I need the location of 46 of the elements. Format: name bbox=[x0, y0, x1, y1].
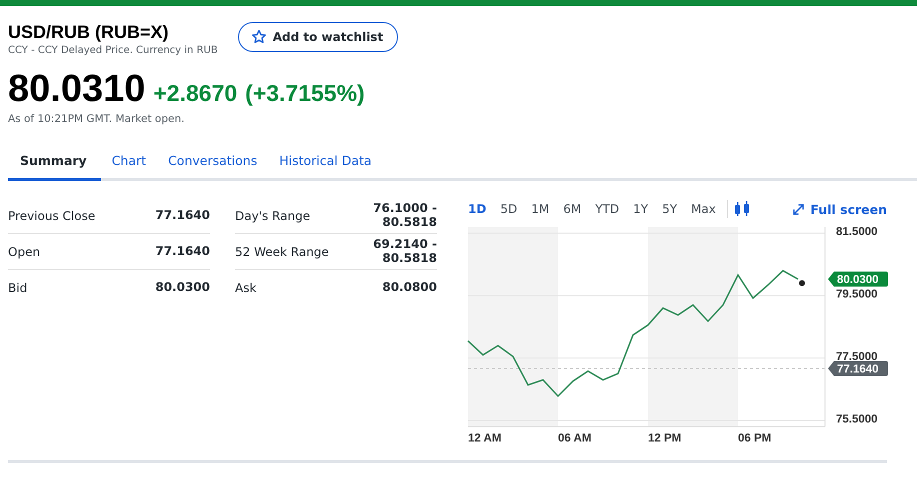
tab[interactable]: Summary bbox=[8, 147, 101, 181]
x-tick-label: 12 AM bbox=[468, 432, 502, 445]
stat-value: 77.1640 bbox=[154, 244, 210, 258]
range-button[interactable]: 5D bbox=[493, 202, 524, 216]
stat-label: Ask bbox=[235, 280, 256, 294]
candlestick-icon[interactable] bbox=[734, 200, 750, 218]
quote-title: USD/RUB (RUB=X) bbox=[8, 22, 170, 43]
stat-value: 69.2140 - 80.5818 bbox=[372, 238, 437, 265]
stat-label: Open bbox=[8, 244, 40, 258]
range-button[interactable]: 6M bbox=[556, 202, 588, 216]
y-tick-label: 75.5000 bbox=[836, 413, 878, 426]
range-button[interactable]: YTD bbox=[588, 202, 626, 216]
full-screen-link[interactable]: Full screen bbox=[793, 202, 887, 216]
y-tick-label: 79.5000 bbox=[836, 288, 878, 301]
quote-subtitle: CCY - CCY Delayed Price. Currency in RUB bbox=[8, 45, 218, 56]
current-price-tag: 80.0300 bbox=[828, 272, 888, 287]
x-tick-label: 06 AM bbox=[558, 432, 592, 445]
stat-label: 52 Week Range bbox=[235, 244, 329, 258]
price: 80.0310 bbox=[8, 68, 146, 111]
tab[interactable]: Historical Data bbox=[268, 147, 383, 181]
previous-close-tag: 77.1640 bbox=[828, 361, 888, 376]
stat-value: 77.1640 bbox=[154, 208, 210, 222]
add-to-watchlist-button[interactable]: Add to watchlist bbox=[238, 22, 398, 52]
tab[interactable]: Conversations bbox=[157, 147, 268, 181]
tab[interactable]: Chart bbox=[100, 147, 158, 181]
star-icon bbox=[250, 29, 267, 45]
stat-label: Day's Range bbox=[235, 208, 310, 222]
range-button[interactable]: 1Y bbox=[626, 202, 656, 216]
price-change: +2.8670 bbox=[153, 80, 238, 107]
stat-value: 76.1000 - 80.5818 bbox=[372, 202, 437, 229]
range-button[interactable]: 5Y bbox=[655, 202, 684, 216]
x-tick-label: 12 PM bbox=[648, 432, 682, 445]
stat-value: 80.0300 bbox=[154, 280, 210, 294]
y-tick-label: 81.5000 bbox=[836, 226, 878, 238]
stat-value: 80.0800 bbox=[381, 280, 437, 294]
stat-label: Bid bbox=[8, 280, 28, 294]
stat-label: Previous Close bbox=[8, 208, 96, 222]
y-tick-label: 77.5000 bbox=[836, 351, 878, 364]
last-price-marker bbox=[799, 280, 805, 286]
range-button[interactable]: Max bbox=[684, 202, 723, 216]
range-button[interactable]: 1D bbox=[460, 202, 494, 216]
range-button[interactable]: 1M bbox=[524, 202, 556, 216]
timestamp: As of 10:21PM GMT. Market open. bbox=[7, 113, 186, 125]
expand-icon bbox=[793, 204, 804, 214]
price-change-percent: (+3.7155%) bbox=[245, 80, 365, 107]
x-tick-label: 06 PM bbox=[738, 432, 772, 445]
